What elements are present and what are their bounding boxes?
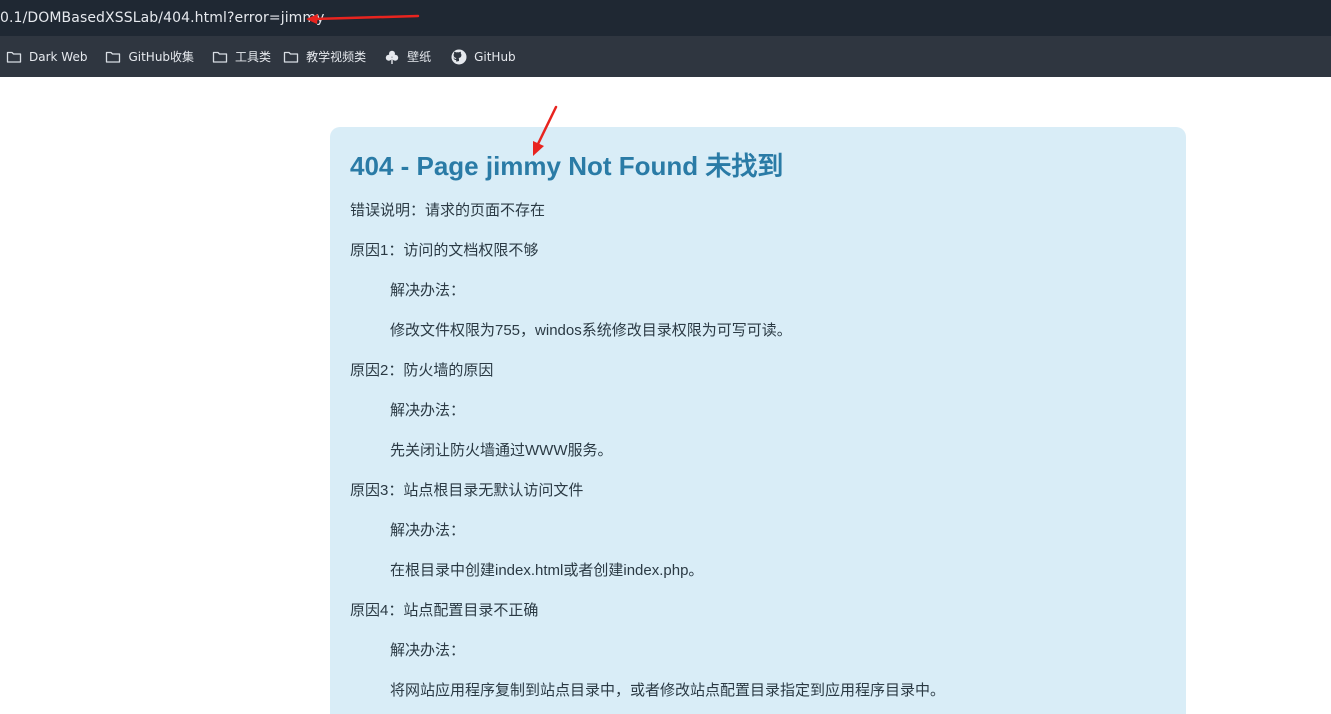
- solution-label: 解决办法：: [390, 642, 466, 659]
- solution-text: 在根目录中创建index.html或者创建index.php。: [390, 562, 704, 579]
- bookmark-teaching-videos[interactable]: 教学视频类: [277, 43, 372, 71]
- solution-text: 将网站应用程序复制到站点目录中，或者修改站点配置目录指定到应用程序目录中。: [390, 682, 946, 699]
- reason-1: 原因1：访问的文档权限不够: [350, 242, 539, 259]
- reason-4: 原因4：站点配置目录不正确: [350, 602, 539, 619]
- solution-label: 解决办法：: [390, 522, 466, 539]
- error-description: 错误说明：请求的页面不存在: [350, 202, 546, 219]
- reason-3: 原因3：站点根目录无默认访问文件: [350, 482, 584, 499]
- bookmark-label: 工具类: [235, 50, 272, 64]
- reason-2: 原因2：防火墙的原因: [350, 362, 494, 379]
- url-text[interactable]: 0.1/DOMBasedXSSLab/404.html?error=jimmy: [0, 10, 325, 26]
- bookmarks-bar: Dark Web GitHub收集 工具类 教学视频类 壁纸 GitHub: [0, 36, 1331, 77]
- bookmark-label: GitHub收集: [128, 50, 195, 64]
- folder-icon: [283, 49, 299, 65]
- bookmark-github-collection[interactable]: GitHub收集: [99, 43, 200, 71]
- clover-icon: [384, 49, 400, 65]
- solution-text: 修改文件权限为755，windos系统修改目录权限为可写可读。: [390, 322, 792, 339]
- error-panel: 404 - Page jimmy Not Found 未找到 错误说明：请求的页…: [330, 127, 1186, 714]
- folder-icon: [105, 49, 121, 65]
- bookmark-dark-web[interactable]: Dark Web: [0, 43, 93, 71]
- bookmark-github[interactable]: GitHub: [445, 43, 522, 71]
- bookmark-tools[interactable]: 工具类: [206, 43, 277, 71]
- bookmark-label: 教学视频类: [306, 50, 367, 64]
- folder-icon: [6, 49, 22, 65]
- bookmark-wallpaper[interactable]: 壁纸: [378, 43, 437, 71]
- address-bar[interactable]: 0.1/DOMBasedXSSLab/404.html?error=jimmy: [0, 0, 1331, 36]
- folder-icon: [212, 49, 228, 65]
- solution-text: 先关闭让防火墙通过WWW服务。: [390, 442, 613, 459]
- bookmark-label: Dark Web: [29, 49, 88, 64]
- page-title: 404 - Page jimmy Not Found 未找到: [350, 151, 784, 181]
- solution-label: 解决办法：: [390, 282, 466, 299]
- solution-label: 解决办法：: [390, 402, 466, 419]
- github-icon: [451, 49, 467, 65]
- bookmark-label: 壁纸: [407, 50, 432, 64]
- bookmark-label: GitHub: [474, 49, 516, 64]
